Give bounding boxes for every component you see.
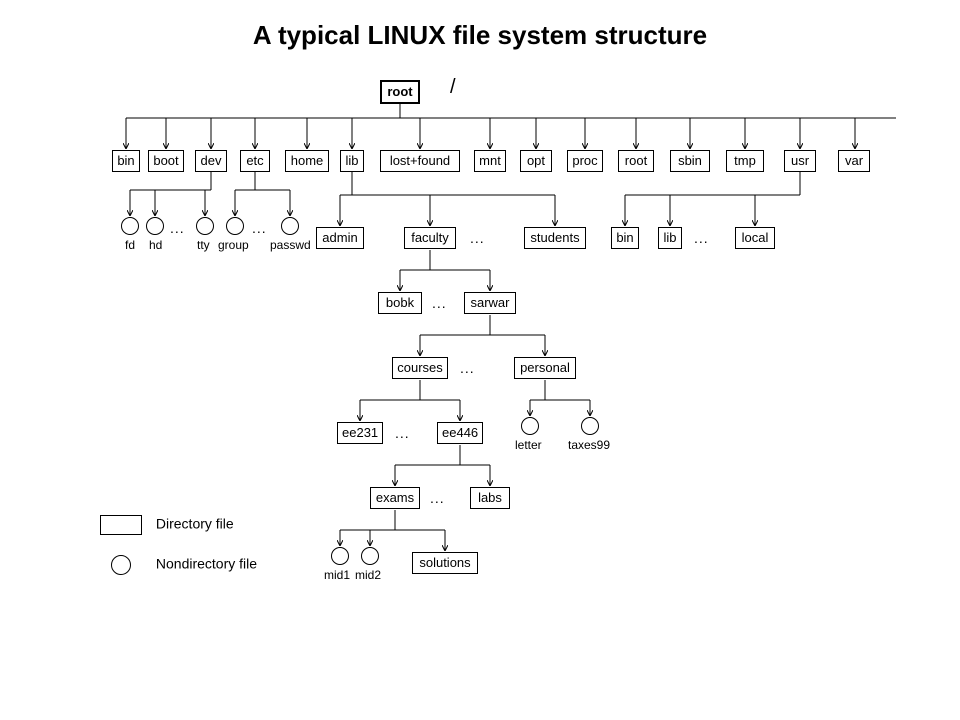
node-root2: root [618, 150, 654, 172]
node-boot: boot [148, 150, 184, 172]
node-tmp: tmp [726, 150, 764, 172]
dots-dev: ... [170, 220, 185, 236]
dots-ee446: ... [430, 490, 445, 506]
node-usr-bin: bin [611, 227, 639, 249]
node-exams: exams [370, 487, 420, 509]
node-lostfound: lost+found [380, 150, 460, 172]
node-mnt: mnt [474, 150, 506, 172]
node-bobk: bobk [378, 292, 422, 314]
node-solutions: solutions [412, 552, 478, 574]
label-hd: hd [149, 238, 162, 252]
node-usr-lib: lib [658, 227, 682, 249]
label-letter: letter [515, 438, 542, 452]
node-students: students [524, 227, 586, 249]
dots-sarwar: ... [460, 360, 475, 376]
legend-file: Nondirectory file [100, 555, 257, 575]
file-hd [146, 217, 164, 235]
dots-usr: ... [694, 230, 709, 246]
node-home: home [285, 150, 329, 172]
node-etc: etc [240, 150, 270, 172]
label-fd: fd [125, 238, 135, 252]
node-lib: lib [340, 150, 364, 172]
node-var: var [838, 150, 870, 172]
node-bin: bin [112, 150, 140, 172]
dots-home: ... [470, 230, 485, 246]
node-root: root [380, 80, 420, 104]
file-letter [521, 417, 539, 435]
label-taxes99: taxes99 [568, 438, 610, 452]
file-passwd [281, 217, 299, 235]
node-sbin: sbin [670, 150, 710, 172]
node-courses: courses [392, 357, 448, 379]
node-usr-local: local [735, 227, 775, 249]
file-fd [121, 217, 139, 235]
legend-dir: Directory file [100, 515, 234, 535]
legend-dir-icon [100, 515, 142, 535]
node-opt: opt [520, 150, 552, 172]
node-labs: labs [470, 487, 510, 509]
diagram-title: A typical LINUX file system structure [0, 0, 960, 51]
file-mid1 [331, 547, 349, 565]
dots-courses: ... [395, 425, 410, 441]
node-ee231: ee231 [337, 422, 383, 444]
label-group: group [218, 238, 249, 252]
dots-faculty: ... [432, 295, 447, 311]
label-tty: tty [197, 238, 210, 252]
label-mid1: mid1 [324, 568, 350, 582]
file-mid2 [361, 547, 379, 565]
node-faculty: faculty [404, 227, 456, 249]
label-mid2: mid2 [355, 568, 381, 582]
node-dev: dev [195, 150, 227, 172]
legend-dir-label: Directory file [156, 516, 234, 532]
node-proc: proc [567, 150, 603, 172]
node-usr: usr [784, 150, 816, 172]
node-sarwar: sarwar [464, 292, 516, 314]
legend-file-icon [111, 555, 131, 575]
root-slash: / [450, 76, 456, 99]
legend-file-label: Nondirectory file [156, 556, 257, 572]
node-personal: personal [514, 357, 576, 379]
dots-etc: ... [252, 220, 267, 236]
file-taxes99 [581, 417, 599, 435]
file-group [226, 217, 244, 235]
file-tty [196, 217, 214, 235]
node-ee446: ee446 [437, 422, 483, 444]
diagram-stage: root / bin boot dev etc home lib lost+fo… [0, 60, 960, 720]
node-admin: admin [316, 227, 364, 249]
label-passwd: passwd [270, 238, 311, 252]
